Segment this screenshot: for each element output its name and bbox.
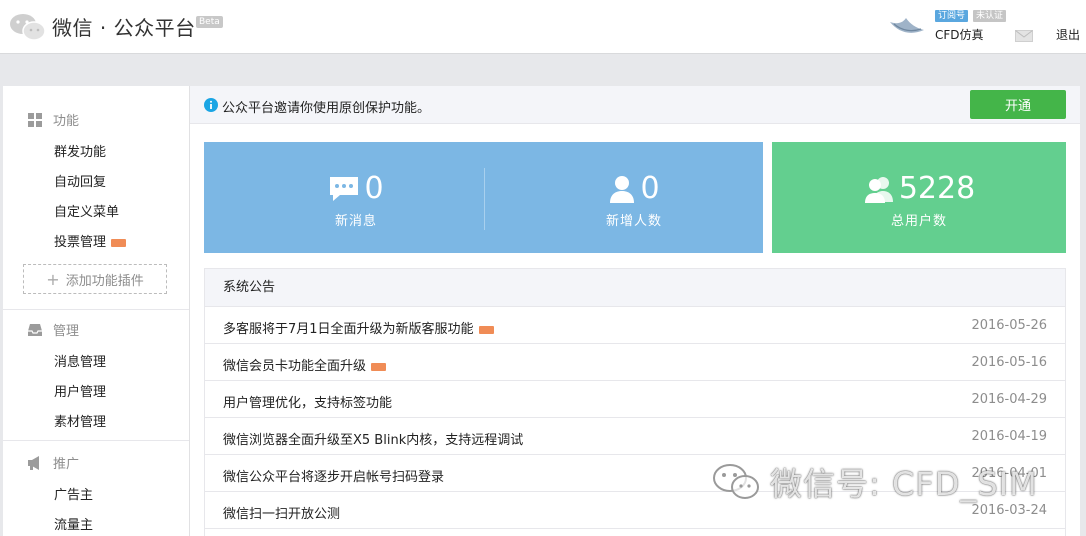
stat-value: 5228: [898, 171, 976, 206]
wechat-logo-icon: [10, 14, 46, 41]
stat-divider: [484, 168, 485, 230]
notice-bar: 公众平台邀请你使用原创保护功能。 开通: [190, 86, 1080, 124]
users-icon: [864, 177, 893, 203]
megaphone-icon: [28, 455, 39, 470]
stats-card-messages-users: 0 新消息 0 新增人数: [204, 142, 763, 253]
sidebar-section-label: 管理: [53, 324, 80, 339]
verify-status-badge: 未认证: [973, 10, 1007, 22]
add-plugin-label: 添加功能插件: [65, 273, 144, 289]
sidebar-item-mass-send[interactable]: 群发功能: [54, 141, 106, 160]
sidebar-item-custom-menu[interactable]: 自定义菜单: [54, 201, 119, 220]
announcement-row[interactable]: 多客服将于7月1日全面升级为新版客服功能 2016-05-26: [205, 307, 1065, 344]
account-type-badge: 订阅号: [935, 10, 969, 22]
mail-icon[interactable]: [1015, 30, 1033, 42]
sidebar-divider: [3, 309, 189, 310]
top-header: 微信 · 公众平台 Beta 订阅号 未认证 CFD仿真 退出: [0, 0, 1086, 54]
account-avatar[interactable]: [888, 14, 926, 40]
sidebar-item-traffic-owner[interactable]: 流量主: [54, 514, 93, 533]
stat-label: 新消息: [334, 214, 377, 229]
announcement-text: 用户管理优化，支持标签功能: [223, 396, 393, 411]
sidebar-item-messages[interactable]: 消息管理: [54, 351, 106, 370]
announcement-row[interactable]: 微信公众平台将逐步开启帐号扫码登录 2016-04-01: [205, 455, 1065, 492]
sidebar-item-vote[interactable]: 投票管理: [54, 231, 127, 250]
announcement-text: 微信浏览器全面升级至X5 Blink内核，支持远程调试: [223, 433, 524, 448]
enable-button[interactable]: 开通: [970, 90, 1066, 119]
grid-icon: [28, 112, 42, 127]
announcement-text: 多客服将于7月1日全面升级为新版客服功能: [223, 322, 474, 337]
beta-badge: Beta: [196, 16, 223, 28]
announcement-panel: 系统公告 多客服将于7月1日全面升级为新版客服功能 2016-05-26 微信会…: [204, 268, 1066, 536]
announcement-text: 微信会员卡功能全面升级: [223, 359, 367, 374]
notice-text: 公众平台邀请你使用原创保护功能。: [222, 101, 431, 116]
announcement-date: 2016-04-29: [971, 392, 1047, 407]
new-badge: [371, 362, 387, 371]
plus-icon: +: [46, 269, 60, 289]
stat-label: 新增人数: [605, 214, 662, 229]
stat-total-users[interactable]: 5228 总用户数: [849, 172, 989, 229]
announcement-date: 2016-04-19: [971, 429, 1047, 444]
announcement-row[interactable]: 微信会员卡功能全面升级 2016-05-16: [205, 344, 1065, 381]
sidebar-item-users[interactable]: 用户管理: [54, 381, 106, 400]
add-plugin-button[interactable]: + 添加功能插件: [23, 264, 167, 294]
stats-card-total-users: 5228 总用户数: [772, 142, 1066, 253]
inbox-icon: [28, 323, 42, 336]
announcement-date: 2016-03-24: [971, 503, 1047, 518]
sidebar-item-label: 投票管理: [54, 235, 107, 250]
announcement-text: 微信公众平台将逐步开启帐号扫码登录: [223, 470, 445, 485]
sidebar-divider: [3, 440, 189, 441]
platform-title: 微信 · 公众平台: [52, 16, 196, 40]
announcement-row[interactable]: 用户管理优化，支持标签功能 2016-04-29: [205, 381, 1065, 418]
sidebar-item-materials[interactable]: 素材管理: [54, 411, 106, 430]
sidebar-item-auto-reply[interactable]: 自动回复: [54, 171, 106, 190]
announcement-row[interactable]: 微信浏览器全面升级至X5 Blink内核，支持远程调试 2016-04-19: [205, 418, 1065, 455]
announcement-date: 2016-05-16: [971, 355, 1047, 370]
sidebar-section-promote: 推广: [27, 453, 79, 472]
announcement-text: 微信扫一扫开放公测: [223, 507, 341, 522]
stat-new-followers[interactable]: 0 新增人数: [574, 171, 694, 230]
account-name[interactable]: CFD仿真: [935, 26, 984, 43]
announcement-title: 系统公告: [205, 269, 1065, 307]
announcement-date: 2016-04-01: [971, 466, 1047, 481]
sidebar-section-manage: 管理: [27, 320, 79, 339]
stat-value: 0: [364, 171, 384, 206]
stat-value: 0: [640, 171, 660, 206]
sidebar: 功能 群发功能 自动回复 自定义菜单 投票管理 + 添加功能插件 管理 消息管理…: [3, 86, 190, 536]
info-icon: [204, 98, 218, 112]
logout-link[interactable]: 退出: [1056, 26, 1080, 43]
announcement-row[interactable]: 微信扫一扫开放公测 2016-03-24: [205, 492, 1065, 529]
user-icon: [610, 176, 635, 203]
new-badge: [478, 325, 494, 334]
stat-new-messages[interactable]: 0 新消息: [296, 172, 416, 229]
sidebar-section-label: 推广: [53, 457, 80, 472]
sidebar-section-label: 功能: [53, 114, 80, 129]
announcement-date: 2016-05-26: [971, 318, 1047, 333]
stat-label: 总用户数: [890, 214, 947, 229]
sidebar-section-function: 功能: [27, 110, 79, 129]
new-badge: [111, 238, 127, 247]
chat-bubble-icon: [330, 177, 359, 201]
sidebar-item-advertiser[interactable]: 广告主: [54, 484, 93, 503]
